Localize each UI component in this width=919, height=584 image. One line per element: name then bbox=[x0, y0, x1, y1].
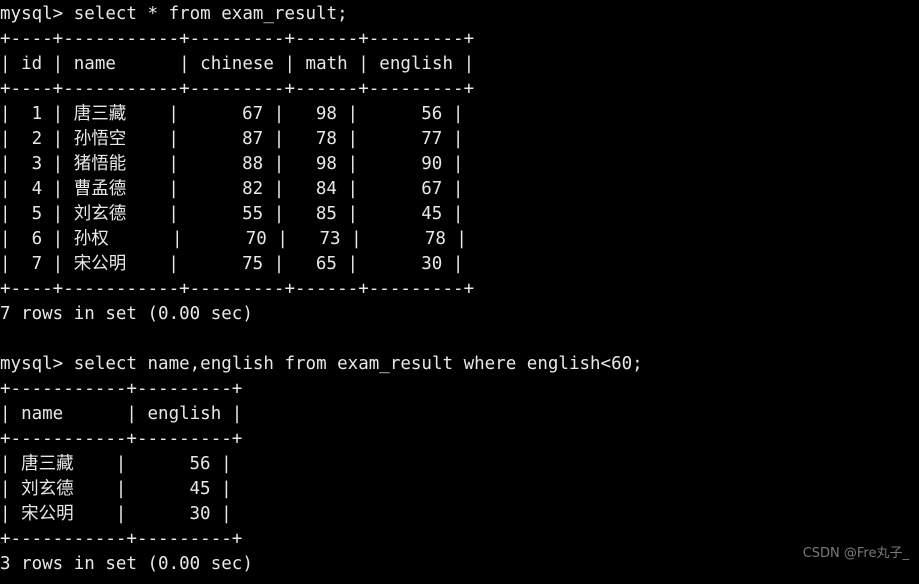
terminal-line: mysql> select name,english from exam_res… bbox=[0, 354, 643, 374]
terminal-line: | 7 | 宋公明 | 75 | 65 | 30 | bbox=[0, 254, 464, 274]
terminal-line: | id | name | chinese | math | english | bbox=[0, 54, 475, 74]
terminal-line: | 6 | 孙权 | 70 | 73 | 78 | bbox=[0, 229, 467, 249]
terminal-line: | 4 | 曹孟德 | 82 | 84 | 67 | bbox=[0, 179, 464, 199]
terminal-line: | 2 | 孙悟空 | 87 | 78 | 77 | bbox=[0, 129, 464, 149]
csdn-watermark: CSDN @Fre丸子_ bbox=[802, 546, 909, 561]
terminal-line: 7 rows in set (0.00 sec) bbox=[0, 304, 253, 324]
terminal-line: | 刘玄德 | 45 | bbox=[0, 479, 232, 499]
terminal-line: +----+-----------+---------+------+-----… bbox=[0, 79, 475, 99]
terminal-line: | 宋公明 | 30 | bbox=[0, 504, 232, 524]
terminal-line: | 3 | 猪悟能 | 88 | 98 | 90 | bbox=[0, 154, 464, 174]
terminal-line: | 5 | 刘玄德 | 55 | 85 | 45 | bbox=[0, 204, 464, 224]
terminal-line: +-----------+---------+ bbox=[0, 379, 243, 399]
terminal-line: | 1 | 唐三藏 | 67 | 98 | 56 | bbox=[0, 104, 464, 124]
terminal-line: +----+-----------+---------+------+-----… bbox=[0, 29, 475, 49]
terminal-line: 3 rows in set (0.00 sec) bbox=[0, 554, 253, 574]
terminal-line: mysql> select * from exam_result; bbox=[0, 4, 348, 24]
terminal-line: | 唐三藏 | 56 | bbox=[0, 454, 232, 474]
terminal-output: mysql> select * from exam_result; +----+-… bbox=[0, 2, 919, 577]
terminal-window[interactable]: mysql> select * from exam_result; +----+-… bbox=[0, 0, 919, 584]
terminal-line: +-----------+---------+ bbox=[0, 429, 243, 449]
terminal-line: | name | english | bbox=[0, 404, 243, 424]
terminal-line: +----+-----------+---------+------+-----… bbox=[0, 279, 475, 299]
terminal-line: +-----------+---------+ bbox=[0, 529, 243, 549]
